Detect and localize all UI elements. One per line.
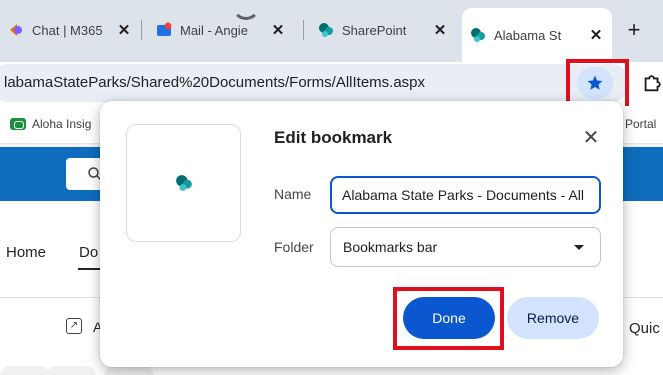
bottom-item [46,366,96,375]
name-label: Name [274,186,312,202]
bookmark-thumbnail [126,124,241,242]
aloha-favicon-icon [10,118,26,130]
bookmark-portal[interactable]: Portal [625,117,656,131]
folder-select-value: Bookmarks bar [343,239,438,255]
tab-sharepoint[interactable]: SharePoint ✕ [310,10,456,50]
teams-copilot-icon [10,24,22,36]
sharepoint-icon [175,175,192,191]
dialog-title: Edit bookmark [274,128,393,147]
address-bar-url[interactable]: labamaStateParks/Shared%20Documents/Form… [4,74,425,91]
quick-access-label[interactable]: Quic [629,320,660,337]
nav-documents[interactable]: Do [79,244,98,261]
tab-title: SharePoint [342,22,407,38]
tab-mail[interactable]: Mail - Angie ✕ [148,10,294,50]
tab-alabama-state-parks[interactable]: Alabama St ✕ [462,8,612,62]
highlight-box-done [393,287,504,350]
tab-close-icon[interactable]: ✕ [430,21,450,39]
bookmark-label: Aloha Insig [32,117,92,131]
new-tab-button[interactable]: + [620,17,648,45]
sharepoint-icon [471,28,485,42]
folder-select[interactable]: Bookmarks bar [330,227,601,267]
extension-puzzle-icon[interactable] [641,72,663,94]
nav-home[interactable]: Home [6,244,46,261]
bottom-item [0,366,50,375]
bookmark-label: Portal [625,117,657,131]
tab-title: Alabama St [494,27,562,43]
folder-label: Folder [274,239,314,255]
bookmark-name-input[interactable] [330,176,601,214]
outlook-icon [157,22,172,36]
dialog-close-icon[interactable]: ✕ [579,126,603,150]
tab-chat-m365[interactable]: Chat | M365 ✕ [0,10,140,50]
tab-title: Mail - Angie [180,22,248,38]
tab-close-icon[interactable]: ✕ [268,21,288,39]
tab-close-icon[interactable]: ✕ [114,21,134,39]
tab-title: Chat | M365 [32,22,103,38]
chevron-down-icon [574,244,584,250]
tab-close-icon[interactable]: ✕ [586,26,606,44]
tab-separator [141,20,142,40]
open-external-icon[interactable]: ↗ [66,318,82,334]
tab-separator [303,20,304,40]
remove-button[interactable]: Remove [507,297,599,339]
sharepoint-icon [319,23,333,37]
bottom-item [104,366,154,375]
bookmark-aloha[interactable]: Aloha Insig [10,117,91,131]
